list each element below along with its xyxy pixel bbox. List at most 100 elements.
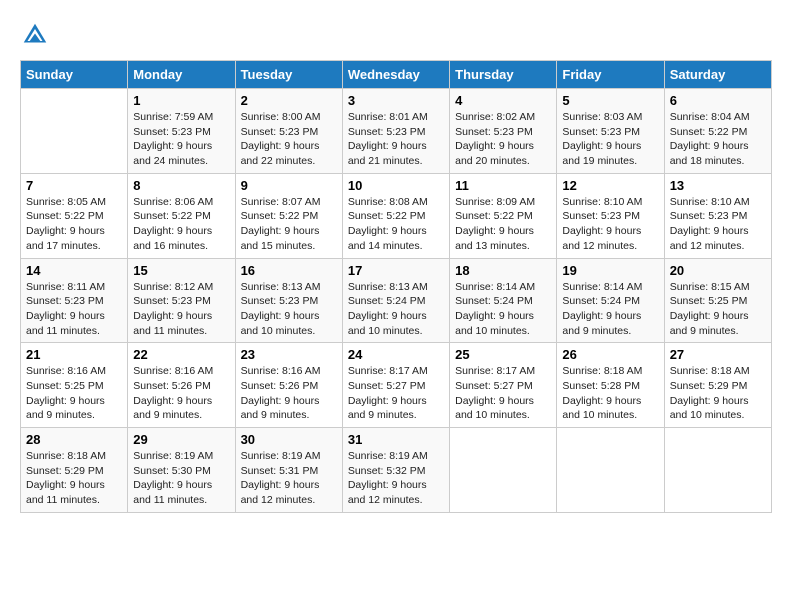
day-info: Sunrise: 8:16 AM Sunset: 5:26 PM Dayligh…	[241, 364, 337, 423]
day-number: 4	[455, 93, 551, 108]
day-info: Sunrise: 8:18 AM Sunset: 5:29 PM Dayligh…	[670, 364, 766, 423]
calendar-body: 1 Sunrise: 7:59 AM Sunset: 5:23 PM Daylig…	[21, 89, 772, 513]
day-info: Sunrise: 8:00 AM Sunset: 5:23 PM Dayligh…	[241, 110, 337, 169]
day-number: 18	[455, 263, 551, 278]
day-info: Sunrise: 8:05 AM Sunset: 5:22 PM Dayligh…	[26, 195, 122, 254]
calendar-cell: 10 Sunrise: 8:08 AM Sunset: 5:22 PM Dayli…	[342, 173, 449, 258]
day-info: Sunrise: 8:02 AM Sunset: 5:23 PM Dayligh…	[455, 110, 551, 169]
column-header-saturday: Saturday	[664, 61, 771, 89]
column-header-monday: Monday	[128, 61, 235, 89]
day-number: 22	[133, 347, 229, 362]
calendar-cell: 13 Sunrise: 8:10 AM Sunset: 5:23 PM Dayli…	[664, 173, 771, 258]
day-info: Sunrise: 8:12 AM Sunset: 5:23 PM Dayligh…	[133, 280, 229, 339]
calendar-cell: 3 Sunrise: 8:01 AM Sunset: 5:23 PM Daylig…	[342, 89, 449, 174]
day-number: 29	[133, 432, 229, 447]
calendar-cell: 14 Sunrise: 8:11 AM Sunset: 5:23 PM Dayli…	[21, 258, 128, 343]
column-header-thursday: Thursday	[450, 61, 557, 89]
calendar-cell: 28 Sunrise: 8:18 AM Sunset: 5:29 PM Dayli…	[21, 428, 128, 513]
calendar-cell: 18 Sunrise: 8:14 AM Sunset: 5:24 PM Dayli…	[450, 258, 557, 343]
calendar-cell: 2 Sunrise: 8:00 AM Sunset: 5:23 PM Daylig…	[235, 89, 342, 174]
column-header-wednesday: Wednesday	[342, 61, 449, 89]
day-number: 3	[348, 93, 444, 108]
day-number: 23	[241, 347, 337, 362]
calendar-cell: 6Sunrise: 8:04 AM Sunset: 5:22 PM Daylig…	[664, 89, 771, 174]
day-info: Sunrise: 8:08 AM Sunset: 5:22 PM Dayligh…	[348, 195, 444, 254]
week-row-3: 14 Sunrise: 8:11 AM Sunset: 5:23 PM Dayli…	[21, 258, 772, 343]
calendar-cell	[450, 428, 557, 513]
calendar-cell: 26 Sunrise: 8:18 AM Sunset: 5:28 PM Dayli…	[557, 343, 664, 428]
day-info: Sunrise: 8:10 AM Sunset: 5:23 PM Dayligh…	[562, 195, 658, 254]
day-info: Sunrise: 8:19 AM Sunset: 5:30 PM Dayligh…	[133, 449, 229, 508]
column-header-friday: Friday	[557, 61, 664, 89]
calendar-cell: 9Sunrise: 8:07 AM Sunset: 5:22 PM Daylig…	[235, 173, 342, 258]
day-info: Sunrise: 8:03 AM Sunset: 5:23 PM Dayligh…	[562, 110, 658, 169]
day-number: 10	[348, 178, 444, 193]
day-number: 13	[670, 178, 766, 193]
calendar-header: SundayMondayTuesdayWednesdayThursdayFrid…	[21, 61, 772, 89]
day-number: 24	[348, 347, 444, 362]
logo-icon	[20, 20, 50, 50]
day-info: Sunrise: 8:01 AM Sunset: 5:23 PM Dayligh…	[348, 110, 444, 169]
calendar-cell: 23 Sunrise: 8:16 AM Sunset: 5:26 PM Dayli…	[235, 343, 342, 428]
calendar-cell: 1 Sunrise: 7:59 AM Sunset: 5:23 PM Daylig…	[128, 89, 235, 174]
calendar-cell: 7 Sunrise: 8:05 AM Sunset: 5:22 PM Daylig…	[21, 173, 128, 258]
week-row-1: 1 Sunrise: 7:59 AM Sunset: 5:23 PM Daylig…	[21, 89, 772, 174]
day-info: Sunrise: 8:14 AM Sunset: 5:24 PM Dayligh…	[562, 280, 658, 339]
day-info: Sunrise: 8:17 AM Sunset: 5:27 PM Dayligh…	[348, 364, 444, 423]
day-number: 21	[26, 347, 122, 362]
day-info: Sunrise: 8:10 AM Sunset: 5:23 PM Dayligh…	[670, 195, 766, 254]
header-row: SundayMondayTuesdayWednesdayThursdayFrid…	[21, 61, 772, 89]
day-info: Sunrise: 8:13 AM Sunset: 5:23 PM Dayligh…	[241, 280, 337, 339]
calendar-cell: 5 Sunrise: 8:03 AM Sunset: 5:23 PM Daylig…	[557, 89, 664, 174]
calendar-cell: 21 Sunrise: 8:16 AM Sunset: 5:25 PM Dayli…	[21, 343, 128, 428]
day-number: 19	[562, 263, 658, 278]
day-number: 8	[133, 178, 229, 193]
calendar-cell: 20Sunrise: 8:15 AM Sunset: 5:25 PM Dayli…	[664, 258, 771, 343]
day-number: 2	[241, 93, 337, 108]
calendar-cell: 4 Sunrise: 8:02 AM Sunset: 5:23 PM Daylig…	[450, 89, 557, 174]
day-info: Sunrise: 8:06 AM Sunset: 5:22 PM Dayligh…	[133, 195, 229, 254]
calendar-cell: 29 Sunrise: 8:19 AM Sunset: 5:30 PM Dayli…	[128, 428, 235, 513]
day-info: Sunrise: 8:19 AM Sunset: 5:31 PM Dayligh…	[241, 449, 337, 508]
calendar-cell: 15 Sunrise: 8:12 AM Sunset: 5:23 PM Dayli…	[128, 258, 235, 343]
calendar-cell: 27Sunrise: 8:18 AM Sunset: 5:29 PM Dayli…	[664, 343, 771, 428]
day-info: Sunrise: 8:19 AM Sunset: 5:32 PM Dayligh…	[348, 449, 444, 508]
header	[20, 20, 772, 50]
day-info: Sunrise: 8:04 AM Sunset: 5:22 PM Dayligh…	[670, 110, 766, 169]
day-info: Sunrise: 7:59 AM Sunset: 5:23 PM Dayligh…	[133, 110, 229, 169]
column-header-sunday: Sunday	[21, 61, 128, 89]
day-number: 1	[133, 93, 229, 108]
day-number: 14	[26, 263, 122, 278]
column-header-tuesday: Tuesday	[235, 61, 342, 89]
day-info: Sunrise: 8:16 AM Sunset: 5:26 PM Dayligh…	[133, 364, 229, 423]
day-number: 16	[241, 263, 337, 278]
day-info: Sunrise: 8:14 AM Sunset: 5:24 PM Dayligh…	[455, 280, 551, 339]
day-number: 12	[562, 178, 658, 193]
calendar-cell: 30 Sunrise: 8:19 AM Sunset: 5:31 PM Dayli…	[235, 428, 342, 513]
calendar-cell	[664, 428, 771, 513]
day-number: 17	[348, 263, 444, 278]
day-number: 15	[133, 263, 229, 278]
day-info: Sunrise: 8:18 AM Sunset: 5:28 PM Dayligh…	[562, 364, 658, 423]
day-info: Sunrise: 8:13 AM Sunset: 5:24 PM Dayligh…	[348, 280, 444, 339]
day-info: Sunrise: 8:18 AM Sunset: 5:29 PM Dayligh…	[26, 449, 122, 508]
day-info: Sunrise: 8:09 AM Sunset: 5:22 PM Dayligh…	[455, 195, 551, 254]
day-number: 26	[562, 347, 658, 362]
calendar-table: SundayMondayTuesdayWednesdayThursdayFrid…	[20, 60, 772, 513]
day-info: Sunrise: 8:17 AM Sunset: 5:27 PM Dayligh…	[455, 364, 551, 423]
calendar-cell	[21, 89, 128, 174]
day-number: 5	[562, 93, 658, 108]
calendar-cell	[557, 428, 664, 513]
day-number: 20	[670, 263, 766, 278]
calendar-cell: 12 Sunrise: 8:10 AM Sunset: 5:23 PM Dayli…	[557, 173, 664, 258]
calendar-cell: 22 Sunrise: 8:16 AM Sunset: 5:26 PM Dayli…	[128, 343, 235, 428]
week-row-4: 21 Sunrise: 8:16 AM Sunset: 5:25 PM Dayli…	[21, 343, 772, 428]
day-number: 28	[26, 432, 122, 447]
day-info: Sunrise: 8:16 AM Sunset: 5:25 PM Dayligh…	[26, 364, 122, 423]
day-number: 7	[26, 178, 122, 193]
calendar-cell: 17 Sunrise: 8:13 AM Sunset: 5:24 PM Dayli…	[342, 258, 449, 343]
day-info: Sunrise: 8:11 AM Sunset: 5:23 PM Dayligh…	[26, 280, 122, 339]
calendar-cell: 8 Sunrise: 8:06 AM Sunset: 5:22 PM Daylig…	[128, 173, 235, 258]
day-number: 30	[241, 432, 337, 447]
day-info: Sunrise: 8:07 AM Sunset: 5:22 PM Dayligh…	[241, 195, 337, 254]
